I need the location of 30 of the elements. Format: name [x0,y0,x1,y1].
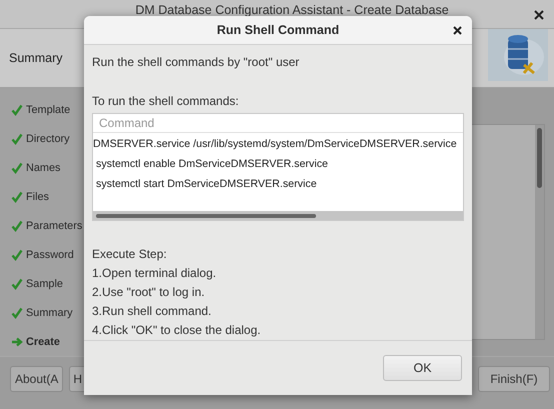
table-cell: DMSERVER.service /usr/lib/systemd/system/DmServiceDMSERVER.service [93,138,457,150]
step-instruction: 2.Use "root" to log in. [92,284,206,301]
step-label: Password [26,248,74,260]
dialog-title: Run Shell Command [216,23,340,37]
step-label: Parameters [26,220,82,232]
page-heading: Summary [9,51,62,65]
step-label: Names [26,162,60,174]
step-label: Sample [26,278,63,290]
step-label: Files [26,190,49,202]
instruction-text: Run the shell commands by "root" user [92,54,300,71]
step-label: Summary [26,306,73,318]
step-instruction: 4.Click "OK" to close the dialog. [92,322,262,339]
close-icon[interactable] [453,26,462,35]
finish-button[interactable]: Finish(F) [478,366,550,392]
column-header[interactable]: Command [99,116,154,130]
step-label: Template [26,104,70,116]
scrollbar[interactable] [535,125,544,339]
step-instruction: 3.Run shell command. [92,303,212,320]
table-cell-text: systemctl enable DmServiceDMSERVER.service [94,158,328,170]
about-button[interactable]: About(A [10,366,64,392]
scrollbar[interactable] [93,211,463,220]
ok-button[interactable]: OK [383,355,462,381]
step-label: Create [26,336,60,348]
commands-label: To run the shell commands: [92,93,240,110]
steps-heading: Execute Step: [92,246,168,263]
step-label: Directory [26,132,70,144]
table-cell-text: systemctl start DmServiceDMSERVER.service [94,178,317,190]
step-instruction: 1.Open terminal dialog. [92,265,218,282]
window-title: DM Database Configuration Assistant - Create Database [135,3,449,17]
close-icon[interactable] [534,10,544,20]
